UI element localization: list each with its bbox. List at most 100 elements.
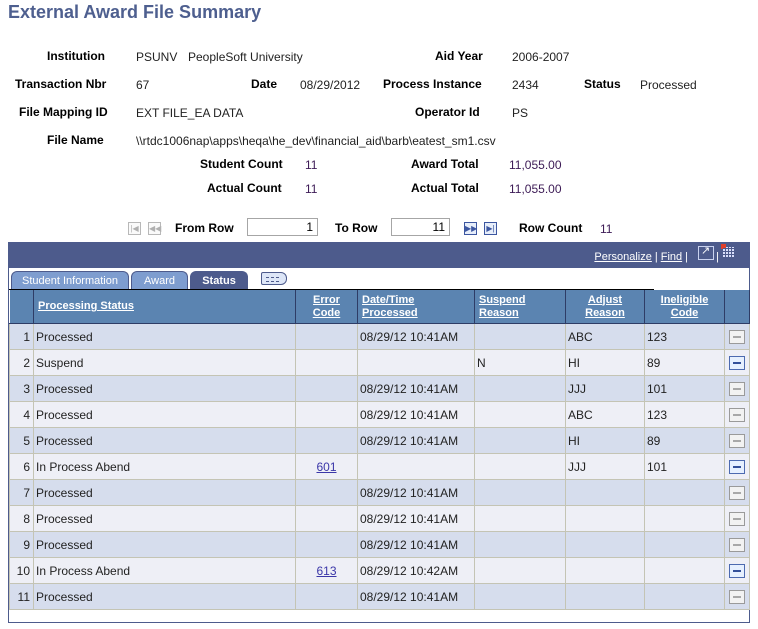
header-line: Suspend [479,293,526,306]
grid-links: Personalize | Find | [594,251,691,263]
processing-status-header[interactable]: Processing Status [33,290,296,324]
error-code-header[interactable]: Error Code [295,290,358,324]
from-row-input[interactable] [247,218,318,236]
student-count-label: Student Count [200,157,283,171]
adjust-reason-sort-link[interactable]: Adjust Reason [585,294,625,319]
process-instance-value: 2434 [512,78,539,92]
tab-status[interactable]: Status [190,271,248,289]
header-line: Reason [479,306,519,319]
delete-row-icon[interactable] [729,381,745,396]
status-table: Processing Status Error Code Date/Time Pro… [9,290,750,610]
from-row-label: From Row [175,221,234,235]
actual-total-label: Actual Total [411,181,479,195]
table-row: 11 Processed 08/29/12 10:41AM [9,583,750,610]
delete-row-icon[interactable] [729,329,745,344]
error-code-link[interactable]: 601 [316,460,336,474]
show-all-columns-icon[interactable] [261,272,287,285]
table-row: 6 In Process Abend 601 JJJ 101 [9,453,750,480]
suspend-reason-header[interactable]: Suspend Reason [474,290,566,324]
row-count-value: 11 [600,222,613,236]
table-header-row: Processing Status Error Code Date/Time Pro… [9,290,750,324]
adjust-reason-cell: JJJ [565,453,645,480]
processing-status-sort-link[interactable]: Processing Status [38,300,134,312]
to-row-input[interactable] [391,218,450,236]
row-number: 4 [9,401,34,428]
actual-count-label: Actual Count [207,181,282,195]
row-number: 9 [9,531,34,558]
last-page-icon[interactable]: ▶| [484,222,497,235]
ineligible-code-cell: 89 [644,427,725,454]
first-page-icon[interactable]: |◀ [128,222,141,235]
delete-cell [724,401,750,428]
view-all-zoom-icon[interactable] [698,244,714,260]
suspend-reason-cell [474,375,566,402]
delete-row-icon[interactable] [729,511,745,526]
delete-row-icon[interactable] [729,433,745,448]
institution-name: PeopleSoft University [188,50,303,64]
award-total-value: 11,055.00 [509,158,562,172]
header-line: Ineligible [660,293,709,306]
delete-row-icon[interactable] [729,589,745,604]
datetime-processed-cell: 08/29/12 10:41AM [357,531,475,558]
status-grid: Personalize|Find| | Student Information … [8,242,750,623]
separator: | [685,251,688,263]
datetime-processed-header[interactable]: Date/Time Processed [357,290,475,324]
datetime-processed-cell: 08/29/12 10:42AM [357,557,475,584]
suspend-reason-sort-link[interactable]: Suspend Reason [479,294,525,319]
delete-cell [724,323,750,350]
date-value: 08/29/2012 [300,78,361,92]
ineligible-code-header[interactable]: Ineligible Code [644,290,725,324]
download-to-excel-icon[interactable] [721,244,735,257]
error-code-link[interactable]: 613 [316,564,336,578]
separator: | [654,251,658,263]
delete-row-icon[interactable] [729,485,745,500]
delete-row-icon[interactable] [729,407,745,422]
processing-status-cell: Processed [33,531,296,558]
transaction-nbr-value: 67 [136,78,150,92]
ineligible-code-cell [644,505,725,532]
delete-cell [724,557,750,584]
delete-row-icon[interactable] [729,355,745,370]
row-number: 1 [9,323,34,350]
datetime-processed-cell [357,349,475,376]
error-code-sort-link[interactable]: Error Code [313,294,341,319]
adjust-reason-header[interactable]: Adjust Reason [565,290,645,324]
tab-award[interactable]: Award [131,271,188,289]
ineligible-code-cell [644,557,725,584]
suspend-reason-cell [474,323,566,350]
next-page-icon[interactable]: ▶▶ [464,222,477,235]
file-mapping-id-value: EXT FILE_EA DATA [136,106,244,120]
row-number: 10 [9,557,34,584]
suspend-reason-cell [474,505,566,532]
operator-id-value: PS [512,106,529,120]
ineligible-code-cell [644,479,725,506]
processing-status-cell: Processed [33,505,296,532]
ineligible-code-cell: 101 [644,453,725,480]
datetime-processed-cell: 08/29/12 10:41AM [357,505,475,532]
row-number: 7 [9,479,34,506]
previous-page-icon[interactable]: ◀◀ [148,222,161,235]
delete-row-icon[interactable] [729,459,745,474]
delete-row-icon[interactable] [729,537,745,552]
table-row: 8 Processed 08/29/12 10:41AM [9,505,750,532]
table-row: 5 Processed 08/29/12 10:41AM HI 89 [9,427,750,454]
file-name-label: File Name [47,133,104,147]
row-number: 5 [9,427,34,454]
find-link[interactable]: Find [661,251,682,263]
actual-total-value: 11,055.00 [509,182,562,196]
personalize-link[interactable]: Personalize [594,251,651,263]
datetime-processed-sort-link[interactable]: Date/Time Processed [362,294,418,319]
delete-cell [724,479,750,506]
suspend-reason-cell [474,401,566,428]
institution-code: PSUNV [136,50,178,64]
actual-count-value: 11 [305,182,318,196]
ineligible-code-sort-link[interactable]: Ineligible Code [661,294,709,319]
tab-student-information[interactable]: Student Information [11,271,129,289]
datetime-processed-cell: 08/29/12 10:41AM [357,479,475,506]
error-code-cell [295,427,358,454]
ineligible-code-cell [644,531,725,558]
error-code-cell [295,323,358,350]
processing-status-cell: In Process Abend [33,557,296,584]
delete-row-icon[interactable] [729,563,745,578]
suspend-reason-cell [474,453,566,480]
